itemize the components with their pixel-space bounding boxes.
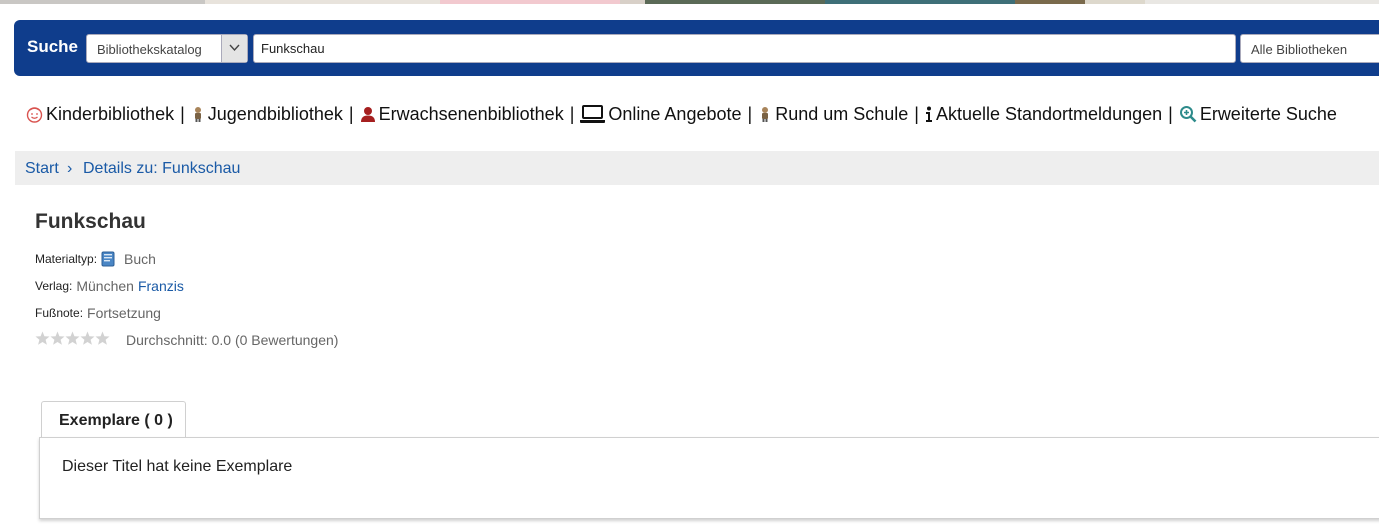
footnote-label: Fußnote: (35, 306, 84, 320)
book-icon (101, 251, 115, 267)
tab-label: Exemplare ( 0 ) (59, 412, 173, 429)
nav-link-kinderbibliothek[interactable]: Kinderbibliothek (26, 104, 174, 125)
catalog-select[interactable]: Bibliothekskatalog (86, 34, 248, 63)
chevron-down-icon[interactable] (221, 35, 247, 62)
child-face-icon (26, 106, 43, 123)
star-icon[interactable] (95, 331, 110, 346)
nav-separator: | (1168, 103, 1173, 124)
nav-label: Jugendbibliothek (207, 103, 343, 124)
rating-stars[interactable] (35, 331, 110, 346)
star-icon[interactable] (50, 331, 65, 346)
header-banner-image (0, 0, 1379, 4)
material-type-label: Materialtyp: (35, 252, 98, 266)
library-select[interactable]: Alle Bibliotheken (1240, 34, 1379, 63)
nav-label: Kinderbibliothek (46, 103, 175, 124)
nav-label: Erwachsenenbibliothek (378, 103, 564, 124)
nav-separator: | (569, 103, 575, 124)
tab-exemplare[interactable]: Exemplare ( 0 ) (41, 401, 186, 438)
student-figure-icon (758, 106, 772, 123)
star-icon[interactable] (80, 331, 95, 346)
breadcrumb-current-link[interactable]: Details zu: Funkschau (83, 160, 240, 178)
publisher-link[interactable]: Franzis (138, 278, 184, 294)
nav-label: Online Angebote (608, 103, 742, 124)
publisher-label: Verlag: (35, 279, 73, 293)
magnifier-plus-icon (1179, 105, 1197, 123)
nav-link-rund-um-schule[interactable]: Rund um Schule (758, 104, 908, 125)
footnote-row: Fußnote: Fortsetzung (35, 305, 161, 321)
nav-separator: | (747, 103, 753, 124)
catalog-select-value: Bibliothekskatalog (97, 42, 202, 57)
nav-link-erwachsenenbibliothek[interactable]: Erwachsenenbibliothek (360, 104, 564, 125)
search-input[interactable] (253, 34, 1236, 63)
breadcrumb-start-link[interactable]: Start (25, 160, 59, 178)
tab-panel-exemplare: Dieser Titel hat keine Exemplare (39, 437, 1379, 519)
nav-separator: | (348, 103, 354, 124)
material-type-row: Materialtyp: Buch (35, 251, 156, 267)
star-icon[interactable] (35, 331, 50, 346)
footnote-value: Fortsetzung (87, 305, 161, 321)
breadcrumb: Start › Details zu: Funkschau (15, 151, 1379, 185)
publisher-row: Verlag: München Franzis (35, 278, 184, 294)
nav-link-jugendbibliothek[interactable]: Jugendbibliothek (191, 104, 343, 125)
no-items-message: Dieser Titel hat keine Exemplare (62, 458, 293, 475)
nav-label: Rund um Schule (775, 103, 909, 124)
nav-separator: | (914, 103, 919, 124)
nav-separator: | (180, 103, 185, 124)
library-select-value: Alle Bibliotheken (1251, 42, 1348, 57)
nav-label: Erweiterte Suche (1199, 103, 1337, 124)
nav-label: Aktuelle Standortmeldungen (935, 103, 1163, 124)
record-title: Funkschau (35, 210, 146, 233)
nav-link-standortmeldungen[interactable]: Aktuelle Standortmeldungen (925, 104, 1162, 125)
publisher-place: München (76, 278, 134, 294)
material-type-value: Buch (124, 251, 156, 267)
nav-link-online-angebote[interactable]: Online Angebote (580, 103, 742, 125)
nav-link-erweiterte-suche[interactable]: Erweiterte Suche (1179, 104, 1337, 125)
rating-average: Durchschnitt: 0.0 (0 Bewertungen) (126, 332, 339, 348)
main-nav: Kinderbibliothek | Jugendbibliothek | Er… (26, 102, 1337, 126)
adult-user-icon (360, 106, 376, 123)
star-icon[interactable] (65, 331, 80, 346)
search-label: Suche (27, 37, 79, 56)
breadcrumb-separator: › (67, 160, 73, 177)
info-icon (925, 106, 933, 123)
laptop-icon (580, 104, 606, 124)
teen-figure-icon (191, 106, 205, 123)
